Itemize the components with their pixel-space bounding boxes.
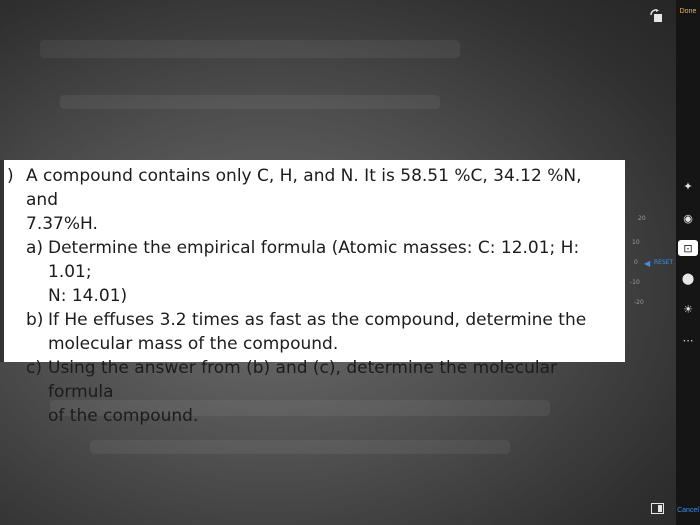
question-bracket: ) (7, 166, 14, 186)
blurred-text-band (90, 440, 510, 454)
item-line: Determine the empirical formula (Atomic … (48, 238, 580, 282)
dial-tick: -20 (634, 299, 644, 306)
dial-reset-button[interactable]: RESET (654, 259, 673, 266)
adjust-light-icon[interactable]: ☀ (678, 301, 698, 317)
item-line: N: 14.01) (48, 286, 128, 306)
item-line: molecular mass of the compound. (48, 334, 339, 354)
item-line: of the compound. (48, 406, 199, 426)
filters-icon[interactable]: ⬤ (678, 270, 698, 286)
right-toolbar: ✦ ◉ ⊡ ⬤ ☀ ⋯ (676, 0, 700, 525)
question-intro-line: A compound contains only C, H, and N. It… (26, 166, 582, 210)
cropped-photo[interactable]: ) A compound contains only C, H, and N. … (0, 160, 625, 426)
crop-rotate-icon[interactable]: ⊡ (678, 240, 698, 256)
done-button[interactable]: Done (677, 8, 699, 15)
item-letter: b) (26, 310, 44, 330)
dial-tick: -10 (630, 279, 640, 286)
straighten-dial[interactable]: 20 10 0 -10 -20 ◀ RESET (616, 195, 676, 345)
magic-wand-icon[interactable]: ✦ (678, 178, 698, 194)
question-item-a: a) Determine the empirical formula (Atom… (7, 236, 607, 308)
question-item-b: b) If He effuses 3.2 times as fast as th… (7, 308, 607, 356)
blurred-text-band (60, 95, 440, 109)
item-letter: c) (26, 358, 42, 378)
blurred-text-band (40, 40, 460, 58)
item-letter: a) (26, 238, 44, 258)
photo-canvas: ) A compound contains only C, H, and N. … (0, 0, 676, 525)
aspect-ratio-icon[interactable] (651, 503, 664, 514)
dial-tick: 20 (638, 215, 646, 222)
dial-pointer-icon: ◀ (644, 259, 651, 268)
more-icon[interactable]: ⋯ (678, 332, 698, 348)
question-intro: ) A compound contains only C, H, and N. … (7, 164, 607, 236)
item-line: Using the answer from (b) and (c), deter… (48, 358, 558, 402)
cancel-button[interactable]: Cancel (676, 507, 700, 514)
rotate-icon[interactable] (649, 9, 665, 23)
question-item-c: c) Using the answer from (b) and (c), de… (7, 356, 607, 428)
dial-tick: 10 (632, 239, 640, 246)
item-line: If He effuses 3.2 times as fast as the c… (48, 310, 587, 330)
question-intro-continued: 7.37%H. (26, 214, 98, 234)
red-eye-icon[interactable]: ◉ (678, 210, 698, 226)
question-text: ) A compound contains only C, H, and N. … (7, 164, 607, 428)
dial-tick: 0 (634, 259, 638, 266)
